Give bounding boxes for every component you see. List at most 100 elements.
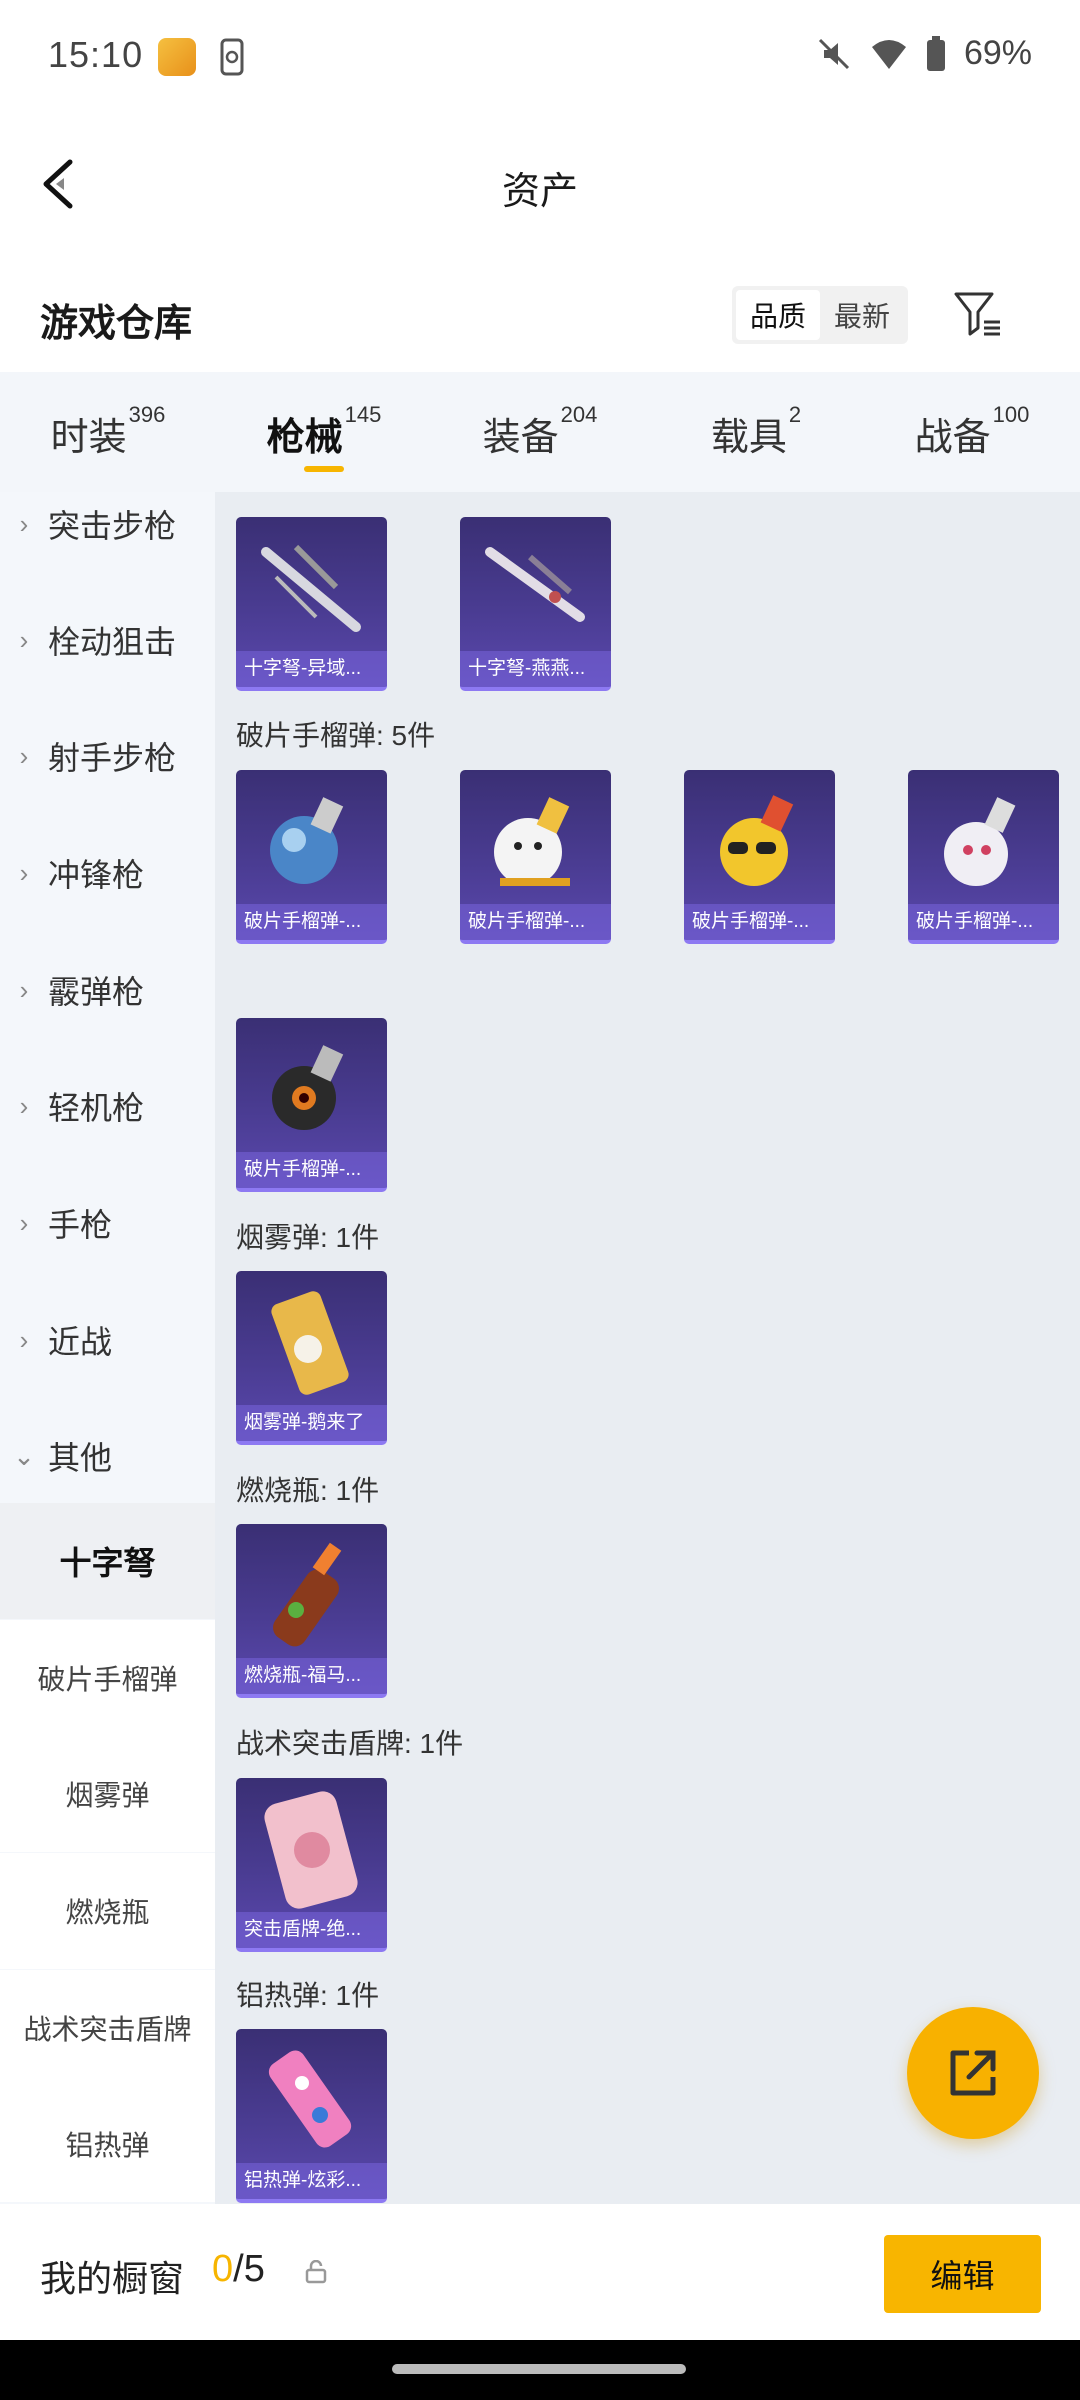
- chevron-right-icon: ›: [19, 740, 29, 771]
- category-sidebar: › 突击步枪 › 栓动狙击 › 射手步枪 › 冲锋枪 › 霰弹枪 › 轻机枪 › 手枪 › 近战…: [0, 492, 215, 2204]
- phone-sync-icon: [220, 38, 244, 76]
- sidebar-item-shotgun[interactable]: › 霰弹枪: [0, 932, 215, 1048]
- warehouse-title: 游戏仓库: [40, 303, 193, 345]
- group-label: 烟雾弹: 1件: [236, 1222, 380, 1253]
- filter-icon[interactable]: [952, 288, 1004, 340]
- page-title: 资产: [501, 171, 578, 213]
- item-card[interactable]: 破片手榴弹-...: [460, 770, 611, 944]
- sort-quality-option[interactable]: 品质: [736, 290, 820, 340]
- status-time: 15:10: [48, 34, 144, 75]
- sidebar-item-label: 射手步枪: [48, 740, 177, 776]
- showcase-count: 0/5: [212, 2248, 265, 2291]
- item-grid: 十字弩-异域... 十字弩-燕燕... 破片手榴弹: 5件 破片手榴弹-... …: [215, 492, 1080, 2204]
- item-card[interactable]: 破片手榴弹-...: [236, 770, 387, 944]
- tab-tactical[interactable]: 战备 100: [864, 372, 1080, 492]
- sidebar-item-bolt-sniper[interactable]: › 栓动狙击: [0, 582, 215, 698]
- wifi-icon: [871, 39, 906, 69]
- sidebar-item-marksman-rifle[interactable]: › 射手步枪: [0, 698, 215, 814]
- chevron-right-icon: ›: [19, 974, 29, 1005]
- smoke-grenade-icon: [271, 1291, 349, 1395]
- sidebar-item-smg[interactable]: › 冲锋枪: [0, 815, 215, 931]
- sidebar-sub-molotov[interactable]: 燃烧瓶: [0, 1853, 215, 1969]
- sidebar-item-lmg[interactable]: › 轻机枪: [0, 1048, 215, 1164]
- edit-button[interactable]: 编辑: [884, 2235, 1041, 2313]
- app-header: 资产: [0, 130, 1080, 240]
- sidebar-item-assault-rifle[interactable]: › 突击步枪: [0, 492, 215, 582]
- tab-count: 204: [560, 402, 598, 427]
- item-card[interactable]: 烟雾弹-鹅来了: [236, 1271, 387, 1445]
- item-caption: 十字弩-燕燕...: [460, 651, 611, 687]
- sidebar-sub-smoke-grenade[interactable]: 烟雾弹: [0, 1736, 215, 1852]
- sidebar-item-label: 轻机枪: [48, 1090, 145, 1126]
- sort-newest-option[interactable]: 最新: [820, 290, 904, 340]
- showcase-total: /5: [233, 2248, 265, 2290]
- item-caption: 破片手榴弹-...: [236, 1152, 387, 1188]
- frag-grenade-icon: [494, 797, 570, 886]
- home-gesture-handle[interactable]: [392, 2364, 686, 2374]
- game-app-icon: [158, 38, 196, 76]
- frag-grenade-icon: [270, 797, 344, 884]
- tab-equipment[interactable]: 装备 204: [432, 372, 648, 492]
- chevron-down-icon: ⌄: [13, 1440, 35, 1471]
- item-card[interactable]: 破片手榴弹-...: [908, 770, 1059, 944]
- molotov-icon: [273, 1542, 342, 1647]
- sidebar-item-melee[interactable]: › 近战: [0, 1282, 215, 1398]
- external-link-icon: [950, 2050, 996, 2096]
- sidebar-sub-frag-grenade[interactable]: 破片手榴弹: [0, 1620, 215, 1736]
- tab-label: 装备: [482, 417, 559, 459]
- sidebar-sub-crossbow[interactable]: 十字弩: [0, 1503, 215, 1619]
- sidebar-item-label: 冲锋枪: [48, 857, 145, 893]
- item-card[interactable]: 破片手榴弹-...: [236, 1018, 387, 1192]
- tab-label: 战备: [914, 417, 991, 459]
- lock-icon: [305, 2260, 327, 2284]
- group-label: 战术突击盾牌: 1件: [236, 1728, 464, 1759]
- sidebar-sub-thermite[interactable]: 铝热弹: [0, 2086, 215, 2202]
- battery-icon: [926, 35, 945, 71]
- tab-count: 2: [788, 402, 802, 427]
- thermite-grenade-icon: [268, 2050, 352, 2148]
- item-card[interactable]: 铝热弹-炫彩...: [236, 2029, 387, 2203]
- sidebar-item-pistol[interactable]: › 手枪: [0, 1165, 215, 1281]
- tab-label: 枪械: [266, 417, 343, 459]
- tab-count: 396: [128, 402, 166, 427]
- item-card[interactable]: 破片手榴弹-...: [684, 770, 835, 944]
- item-card[interactable]: 突击盾牌-绝...: [236, 1778, 387, 1952]
- mute-icon: [818, 38, 849, 69]
- sidebar-sub-tactical-shield[interactable]: 战术突击盾牌: [0, 1970, 215, 2086]
- chevron-right-icon: ›: [19, 624, 29, 655]
- shield-icon: [264, 1791, 358, 1909]
- battery-percent: 69%: [963, 34, 1032, 72]
- crossbow-icon: [261, 544, 361, 632]
- sidebar-item-label: 霰弹枪: [48, 974, 145, 1010]
- tab-fashion[interactable]: 时装 396: [0, 372, 216, 492]
- item-caption: 烟雾弹-鹅来了: [236, 1405, 387, 1441]
- share-fab-button[interactable]: [907, 2007, 1039, 2139]
- status-bar: 15:10 69%: [0, 0, 1080, 110]
- sidebar-item-label: 其他: [48, 1440, 113, 1476]
- chevron-right-icon: ›: [19, 857, 29, 888]
- chevron-right-icon: ›: [19, 1090, 29, 1121]
- sidebar-item-label: 突击步枪: [48, 508, 177, 544]
- showcase-label: 我的橱窗: [40, 2258, 185, 2299]
- item-card[interactable]: 十字弩-异域...: [236, 517, 387, 691]
- showcase-bar: 我的橱窗 0/5 编辑: [0, 2204, 1080, 2340]
- frag-grenade-icon: [720, 795, 794, 886]
- item-caption: 破片手榴弹-...: [460, 904, 611, 940]
- group-label: 铝热弹: 1件: [236, 1980, 380, 2011]
- item-card[interactable]: 十字弩-燕燕...: [460, 517, 611, 691]
- tab-vehicles[interactable]: 载具 2: [648, 372, 864, 492]
- item-caption: 十字弩-异域...: [236, 651, 387, 687]
- item-caption: 铝热弹-炫彩...: [236, 2163, 387, 2199]
- frag-grenade-icon: [944, 797, 1016, 886]
- tab-firearms[interactable]: 枪械 145: [216, 372, 432, 492]
- chevron-right-icon: ›: [19, 1207, 29, 1238]
- frag-grenade-icon: [272, 1045, 344, 1130]
- warehouse-row: 游戏仓库 品质 最新: [0, 270, 1080, 370]
- item-card[interactable]: 燃烧瓶-福马...: [236, 1524, 387, 1698]
- item-caption: 破片手榴弹-...: [684, 904, 835, 940]
- sidebar-item-other[interactable]: ⌄ 其他: [0, 1398, 215, 1514]
- tab-active-indicator: [304, 466, 344, 472]
- group-label: 燃烧瓶: 1件: [236, 1475, 380, 1506]
- sidebar-item-label: 手枪: [48, 1207, 113, 1243]
- category-tabs: 时装 396 枪械 145 装备 204 载具 2 战备 100: [0, 372, 1080, 492]
